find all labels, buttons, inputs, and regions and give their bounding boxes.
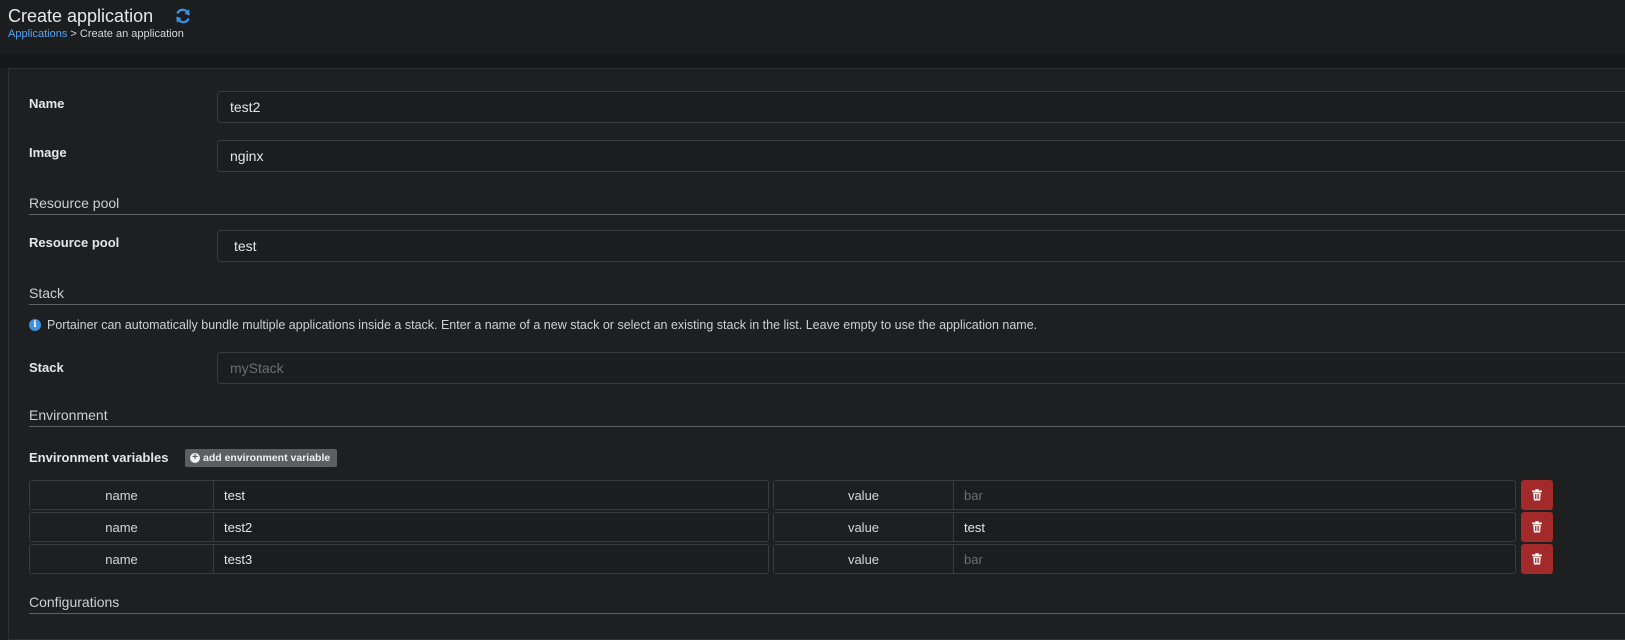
name-input[interactable]	[217, 91, 1625, 123]
resource-pool-section-title: Resource pool	[29, 195, 120, 211]
env-name-input[interactable]	[214, 513, 768, 541]
configurations-section-title: Configurations	[29, 594, 120, 610]
environment-section-title: Environment	[29, 407, 108, 423]
breadcrumb-current: Create an application	[79, 28, 184, 40]
env-vars-label: Environment variables	[29, 450, 169, 465]
env-value-input[interactable]	[954, 513, 1515, 541]
env-var-row: name value	[29, 480, 1559, 510]
env-name-addon: name	[30, 545, 214, 573]
add-env-variable-button[interactable]: + add environment variable	[185, 449, 338, 467]
resource-pool-selected-value: test	[234, 238, 257, 254]
env-name-addon: name	[30, 481, 214, 509]
trash-icon	[1532, 489, 1542, 501]
env-value-addon: value	[774, 481, 954, 509]
stack-info-text: i Portainer can automatically bundle mul…	[29, 318, 1037, 332]
env-var-row: name value	[29, 544, 1559, 574]
breadcrumb-separator: >	[67, 28, 80, 40]
stack-info-message: Portainer can automatically bundle multi…	[47, 318, 1038, 332]
delete-env-var-button[interactable]	[1521, 544, 1553, 574]
env-value-input[interactable]	[954, 481, 1515, 509]
section-divider	[29, 214, 1625, 215]
stack-section-title: Stack	[29, 285, 65, 301]
env-value-input[interactable]	[954, 545, 1515, 573]
page-header: Create application Applications > Create…	[0, 0, 1625, 55]
info-icon: i	[29, 319, 41, 331]
breadcrumb: Applications > Create an application	[8, 28, 184, 40]
env-value-group: value	[773, 512, 1516, 542]
env-var-row: name value	[29, 512, 1559, 542]
env-name-group: name	[29, 512, 769, 542]
image-label: Image	[29, 145, 67, 160]
header-divider	[0, 55, 1625, 68]
delete-env-var-button[interactable]	[1521, 512, 1553, 542]
env-value-group: value	[773, 480, 1516, 510]
env-value-addon: value	[774, 545, 954, 573]
env-name-group: name	[29, 480, 769, 510]
stack-input[interactable]	[217, 352, 1625, 384]
section-divider	[29, 426, 1625, 427]
add-env-variable-label: add environment variable	[203, 452, 331, 464]
stack-label: Stack	[29, 360, 64, 375]
plus-circle-icon: +	[190, 453, 200, 463]
section-divider	[29, 304, 1625, 305]
env-value-addon: value	[774, 513, 954, 541]
image-input[interactable]	[217, 140, 1625, 172]
trash-icon	[1532, 521, 1542, 533]
refresh-icon[interactable]	[174, 7, 192, 25]
page-title: Create application	[8, 6, 154, 26]
env-name-input[interactable]	[214, 481, 768, 509]
resource-pool-select[interactable]: test	[217, 230, 1625, 262]
env-name-addon: name	[30, 513, 214, 541]
name-label: Name	[29, 96, 65, 111]
section-divider	[29, 613, 1625, 614]
env-value-group: value	[773, 544, 1516, 574]
resource-pool-label: Resource pool	[29, 235, 120, 250]
env-name-group: name	[29, 544, 769, 574]
delete-env-var-button[interactable]	[1521, 480, 1553, 510]
env-name-input[interactable]	[214, 545, 768, 573]
trash-icon	[1532, 553, 1542, 565]
breadcrumb-applications-link[interactable]: Applications	[8, 28, 67, 40]
